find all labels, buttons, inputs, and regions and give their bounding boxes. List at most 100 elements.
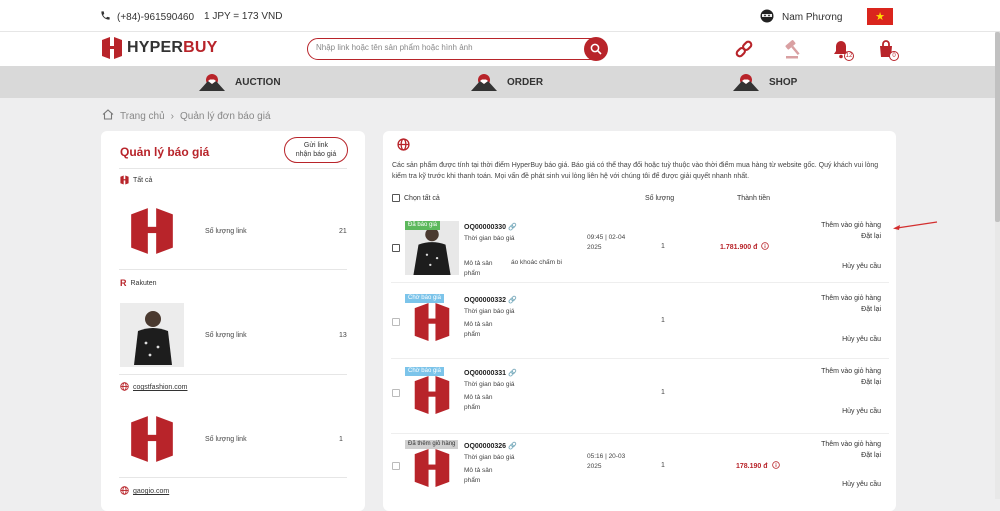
- top-bar: (+84)-961590460 1 JPY = 173 VND Nam Phươ…: [0, 0, 1000, 32]
- quote-row: Đã thêm giỏ hàng OQ00000326 🔗 Thời gian b…: [391, 439, 889, 511]
- cancel-request-link[interactable]: Hủy yêu cầu: [842, 408, 881, 415]
- reorder-link[interactable]: Đặt lại: [861, 379, 881, 386]
- product-thumbnail[interactable]: [405, 368, 459, 422]
- logo[interactable]: HYPERBUY: [101, 36, 218, 60]
- auction-gavel-icon[interactable]: [782, 37, 806, 61]
- order-code[interactable]: OQ00000326 🔗: [464, 442, 517, 451]
- panel-title: Quản lý báo giá: [120, 145, 210, 159]
- source-thumbnail[interactable]: [120, 199, 184, 263]
- jacket-product-image: [120, 303, 184, 367]
- row-checkbox[interactable]: [392, 244, 400, 252]
- row-checkbox[interactable]: [392, 318, 400, 326]
- vietnam-flag-icon[interactable]: ★: [867, 8, 893, 25]
- total-price: 1.781.900 đ: [720, 242, 770, 252]
- col-header-total: Thành tiền: [737, 195, 771, 202]
- search-input[interactable]: [316, 43, 566, 52]
- order-code[interactable]: OQ00000331 🔗: [464, 369, 517, 378]
- desc-label: Mô tả sản phẩm: [464, 467, 493, 484]
- send-link-button[interactable]: Gửi link nhận báo giá: [284, 137, 348, 163]
- row-checkbox[interactable]: [392, 389, 400, 397]
- search-button[interactable]: [584, 37, 608, 61]
- source-rakuten[interactable]: R Rakuten: [120, 278, 157, 288]
- nav-order[interactable]: ORDER: [471, 73, 543, 91]
- hyperbuy-logo-icon: [131, 416, 173, 462]
- nav-auction-label: AUCTION: [235, 76, 281, 88]
- col-header-qty: Số lượng: [645, 195, 675, 202]
- status-badge: Đã thêm giỏ hàng: [405, 440, 459, 449]
- quote-time-year: 2025: [587, 244, 602, 251]
- quantity: 1: [661, 317, 665, 324]
- info-icon[interactable]: [771, 461, 780, 471]
- search-bar: [307, 37, 608, 61]
- nav-shop[interactable]: SHOP: [733, 73, 797, 91]
- divider: [119, 477, 347, 478]
- notification-bell-icon[interactable]: 12: [829, 37, 854, 61]
- nav-auction[interactable]: AUCTION: [199, 73, 281, 91]
- breadcrumb-current: Quản lý đơn báo giá: [180, 110, 271, 122]
- source-thumbnail[interactable]: [120, 303, 184, 367]
- info-icon[interactable]: [761, 242, 770, 252]
- quantity: 1: [661, 389, 665, 396]
- quote-row: Chờ báo giá OQ00000331 🔗 Thời gian báo gi…: [391, 366, 889, 434]
- link-icon: 🔗: [508, 297, 517, 304]
- product-thumbnail[interactable]: [405, 441, 459, 495]
- source-cogstfashion[interactable]: cogstfashion.com: [120, 382, 187, 393]
- total-price: 178.190 đ: [736, 461, 780, 471]
- rakuten-icon: R: [120, 278, 127, 288]
- cancel-request-link[interactable]: Hủy yêu cầu: [842, 336, 881, 343]
- select-all[interactable]: Chọn tất cả: [392, 194, 440, 202]
- quote-time-label: Thời gian báo giá: [464, 381, 515, 388]
- reorder-link[interactable]: Đặt lại: [861, 233, 881, 240]
- quote-row: Chờ báo giá OQ00000332 🔗 Thời gian báo gi…: [391, 293, 889, 359]
- source-link-count: 21: [339, 228, 347, 235]
- quantity: 1: [661, 243, 665, 250]
- notification-count-badge: 12: [844, 51, 854, 61]
- product-thumbnail[interactable]: [405, 295, 459, 349]
- cart-count-badge: 0: [889, 51, 899, 61]
- link-icon[interactable]: [732, 37, 756, 61]
- desc-label: Mô tả sản phẩm: [464, 321, 493, 338]
- product-description: áo khoác chấm bi: [511, 259, 562, 266]
- cart-icon[interactable]: 0: [874, 37, 899, 61]
- source-gaogio[interactable]: gaogio.com: [120, 486, 169, 497]
- order-code[interactable]: OQ00000330 🔗: [464, 223, 517, 232]
- fuji-icon: [733, 74, 759, 91]
- phone-contact[interactable]: (+84)-961590460: [100, 10, 194, 24]
- hyperbuy-small-icon: [120, 175, 129, 185]
- quote-time-label: Thời gian báo giá: [464, 454, 515, 461]
- reorder-link[interactable]: Đặt lại: [861, 306, 881, 313]
- quote-time-value: 09:45 | 02-04: [587, 234, 626, 241]
- link-icon: 🔗: [508, 443, 517, 450]
- status-badge: Chờ báo giá: [405, 294, 444, 303]
- cancel-request-link[interactable]: Hủy yêu cầu: [842, 481, 881, 488]
- cancel-request-link[interactable]: Hủy yêu cầu: [842, 263, 881, 270]
- add-to-cart-link[interactable]: Thêm vào giỏ hàng: [821, 441, 881, 448]
- home-icon[interactable]: [102, 109, 114, 123]
- source-link-label: Số lượng link: [205, 228, 247, 235]
- divider: [119, 269, 347, 270]
- main-nav: AUCTION ORDER SHOP: [0, 66, 1000, 98]
- select-all-checkbox[interactable]: [392, 194, 400, 202]
- user-menu[interactable]: Nam Phương: [760, 9, 843, 26]
- row-checkbox[interactable]: [392, 462, 400, 470]
- link-icon: 🔗: [508, 370, 517, 377]
- source-all[interactable]: Tất cả: [120, 175, 152, 185]
- hyperbuy-logo-icon: [102, 37, 122, 59]
- hyperbuy-logo-icon: [414, 303, 450, 341]
- breadcrumb-home[interactable]: Trang chủ: [120, 111, 165, 122]
- scrollbar-thumb[interactable]: [995, 32, 1000, 222]
- reorder-link[interactable]: Đặt lại: [861, 452, 881, 459]
- avatar: [760, 9, 774, 26]
- globe-icon: [120, 382, 129, 393]
- select-all-label: Chọn tất cả: [404, 194, 440, 202]
- source-thumbnail[interactable]: [120, 407, 184, 471]
- quote-time-label: Thời gian báo giá: [464, 308, 515, 315]
- add-to-cart-link[interactable]: Thêm vào giỏ hàng: [821, 368, 881, 375]
- notice-text: Các sản phẩm được tính tại thời điểm Hyp…: [392, 162, 879, 180]
- order-code[interactable]: OQ00000332 🔗: [464, 296, 517, 305]
- globe-icon: [120, 486, 129, 497]
- page-scrollbar[interactable]: [995, 32, 1000, 499]
- add-to-cart-link[interactable]: Thêm vào giỏ hàng: [821, 295, 881, 302]
- source-link-label: Số lượng link: [205, 436, 247, 443]
- add-to-cart-link[interactable]: Thêm vào giỏ hàng: [821, 222, 881, 229]
